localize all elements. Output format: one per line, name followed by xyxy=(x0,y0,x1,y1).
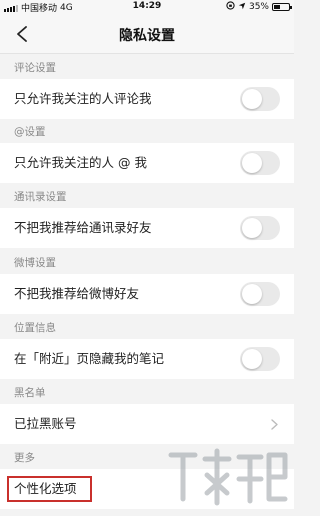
contacts-toggle[interactable] xyxy=(240,216,280,240)
section-header-comment: 评论设置 xyxy=(0,57,294,79)
row-blocked-accounts[interactable]: 已拉黑账号 xyxy=(0,404,294,444)
section-header-blacklist: 黑名单 xyxy=(0,382,294,404)
location-toggle[interactable] xyxy=(240,347,280,371)
battery-icon xyxy=(272,3,292,11)
battery-percent: 35% xyxy=(248,2,269,12)
chevron-right-icon xyxy=(268,418,280,430)
row-label: 只允许我关注的人 @ 我 xyxy=(14,155,147,170)
section-header-contacts: 通讯录设置 xyxy=(0,186,294,208)
weibo-toggle[interactable] xyxy=(240,282,280,306)
row-location-setting: 在「附近」页隐藏我的笔记 xyxy=(0,339,294,379)
toggle-knob xyxy=(242,349,262,369)
status-bar: 中国移动 4G 14:29 35% xyxy=(0,0,294,14)
toggle-knob xyxy=(242,218,262,238)
row-label: 已拉黑账号 xyxy=(14,416,77,431)
mention-toggle[interactable] xyxy=(240,151,280,175)
row-comment-setting: 只允许我关注的人评论我 xyxy=(0,79,294,119)
section-header-weibo: 微博设置 xyxy=(0,252,294,274)
toggle-knob xyxy=(242,89,262,109)
watermark-logo xyxy=(165,445,290,511)
status-right: 35% xyxy=(226,1,292,13)
toggle-knob xyxy=(242,284,262,304)
row-label: 不把我推荐给微博好友 xyxy=(14,286,140,301)
row-label: 只允许我关注的人评论我 xyxy=(14,91,152,106)
section-header-mention: @设置 xyxy=(0,121,294,143)
page-title: 隐私设置 xyxy=(119,28,175,44)
comment-toggle[interactable] xyxy=(240,87,280,111)
location-icon xyxy=(238,2,246,13)
nav-bar: 隐私设置 xyxy=(0,14,294,54)
row-label: 在「附近」页隐藏我的笔记 xyxy=(14,351,165,366)
toggle-knob xyxy=(242,153,262,173)
row-mention-setting: 只允许我关注的人 @ 我 xyxy=(0,143,294,183)
section-header-location: 位置信息 xyxy=(0,317,294,339)
row-label: 不把我推荐给通讯录好友 xyxy=(14,220,152,235)
row-weibo-setting: 不把我推荐给微博好友 xyxy=(0,274,294,314)
lock-rotation-icon xyxy=(226,1,235,13)
row-contacts-setting: 不把我推荐给通讯录好友 xyxy=(0,208,294,248)
highlight-box xyxy=(7,476,92,502)
